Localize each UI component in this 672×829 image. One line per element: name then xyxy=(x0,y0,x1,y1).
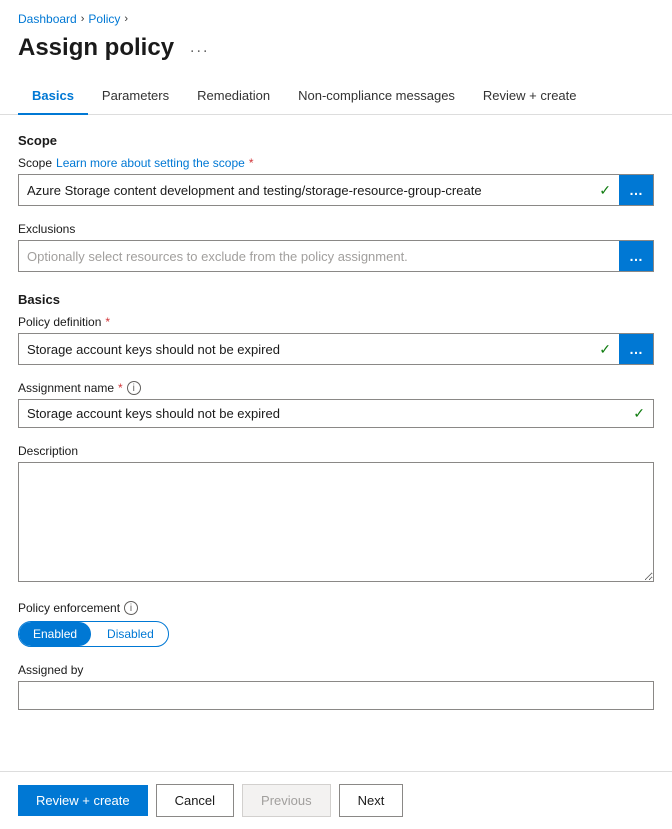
scope-required: * xyxy=(249,156,254,170)
policy-definition-input-row: ✓ … xyxy=(18,333,654,365)
scope-input[interactable] xyxy=(19,177,591,204)
scope-learn-more-link[interactable]: Learn more about setting the scope xyxy=(56,156,245,170)
tab-remediation[interactable]: Remediation xyxy=(183,78,284,115)
basics-section-title: Basics xyxy=(18,292,654,307)
basics-section: Basics Policy definition * ✓ … Assignmen… xyxy=(18,292,654,710)
ellipsis-button[interactable]: ... xyxy=(184,37,215,59)
exclusions-field-group: Exclusions … xyxy=(18,222,654,272)
scope-field-group: Scope Learn more about setting the scope… xyxy=(18,156,654,206)
assignment-name-required: * xyxy=(118,381,123,395)
tab-parameters[interactable]: Parameters xyxy=(88,78,183,115)
scope-browse-button[interactable]: … xyxy=(619,175,653,205)
review-create-button[interactable]: Review + create xyxy=(18,785,148,816)
scope-check-icon: ✓ xyxy=(591,182,619,199)
toggle-enabled-button[interactable]: Enabled xyxy=(19,622,91,646)
assignment-name-label: Assignment name * i xyxy=(18,381,654,395)
policy-enforcement-label: Policy enforcement i xyxy=(18,601,654,615)
breadcrumb-policy[interactable]: Policy xyxy=(88,12,120,26)
scope-label: Scope Learn more about setting the scope… xyxy=(18,156,654,170)
policy-definition-field-group: Policy definition * ✓ … xyxy=(18,315,654,365)
breadcrumb-chevron-1: › xyxy=(81,13,85,25)
exclusions-label: Exclusions xyxy=(18,222,654,236)
breadcrumb-chevron-2: › xyxy=(124,13,128,25)
exclusions-browse-button[interactable]: … xyxy=(619,241,653,271)
scope-input-row: ✓ … xyxy=(18,174,654,206)
policy-enforcement-field-group: Policy enforcement i Enabled Disabled xyxy=(18,601,654,647)
tab-review-create[interactable]: Review + create xyxy=(469,78,591,115)
assignment-name-field-group: Assignment name * i ✓ xyxy=(18,381,654,428)
assignment-name-input[interactable] xyxy=(19,400,625,427)
previous-button: Previous xyxy=(242,784,331,817)
policy-enforcement-info-icon[interactable]: i xyxy=(124,601,138,615)
exclusions-input-row: … xyxy=(18,240,654,272)
breadcrumb-dashboard[interactable]: Dashboard xyxy=(18,12,77,26)
policy-enforcement-toggle: Enabled Disabled xyxy=(18,621,169,647)
description-field-group: Description xyxy=(18,444,654,585)
page-title: Assign policy xyxy=(18,34,174,62)
toggle-disabled-button[interactable]: Disabled xyxy=(93,622,168,646)
assigned-by-label: Assigned by xyxy=(18,663,654,677)
policy-definition-required: * xyxy=(105,315,110,329)
assigned-by-input[interactable] xyxy=(18,681,654,710)
policy-definition-label: Policy definition * xyxy=(18,315,654,329)
footer: Review + create Cancel Previous Next xyxy=(0,771,672,829)
assignment-name-info-icon[interactable]: i xyxy=(127,381,141,395)
description-label: Description xyxy=(18,444,654,458)
page-header: Assign policy ... xyxy=(0,30,672,78)
exclusions-input[interactable] xyxy=(19,243,619,270)
assigned-by-field-group: Assigned by xyxy=(18,663,654,710)
policy-definition-browse-button[interactable]: … xyxy=(619,334,653,364)
tab-basics[interactable]: Basics xyxy=(18,78,88,115)
next-button[interactable]: Next xyxy=(339,784,404,817)
policy-definition-input[interactable] xyxy=(19,336,591,363)
policy-definition-check-icon: ✓ xyxy=(591,341,619,358)
assignment-name-input-row: ✓ xyxy=(18,399,654,428)
main-content: Scope Scope Learn more about setting the… xyxy=(0,115,672,806)
cancel-button[interactable]: Cancel xyxy=(156,784,234,817)
scope-section: Scope Scope Learn more about setting the… xyxy=(18,133,654,272)
scope-section-title: Scope xyxy=(18,133,654,148)
assignment-name-check-icon: ✓ xyxy=(625,405,653,422)
description-textarea[interactable] xyxy=(18,462,654,582)
tabs-container: Basics Parameters Remediation Non-compli… xyxy=(0,78,672,115)
breadcrumb: Dashboard › Policy › xyxy=(0,0,672,30)
tab-non-compliance[interactable]: Non-compliance messages xyxy=(284,78,469,115)
